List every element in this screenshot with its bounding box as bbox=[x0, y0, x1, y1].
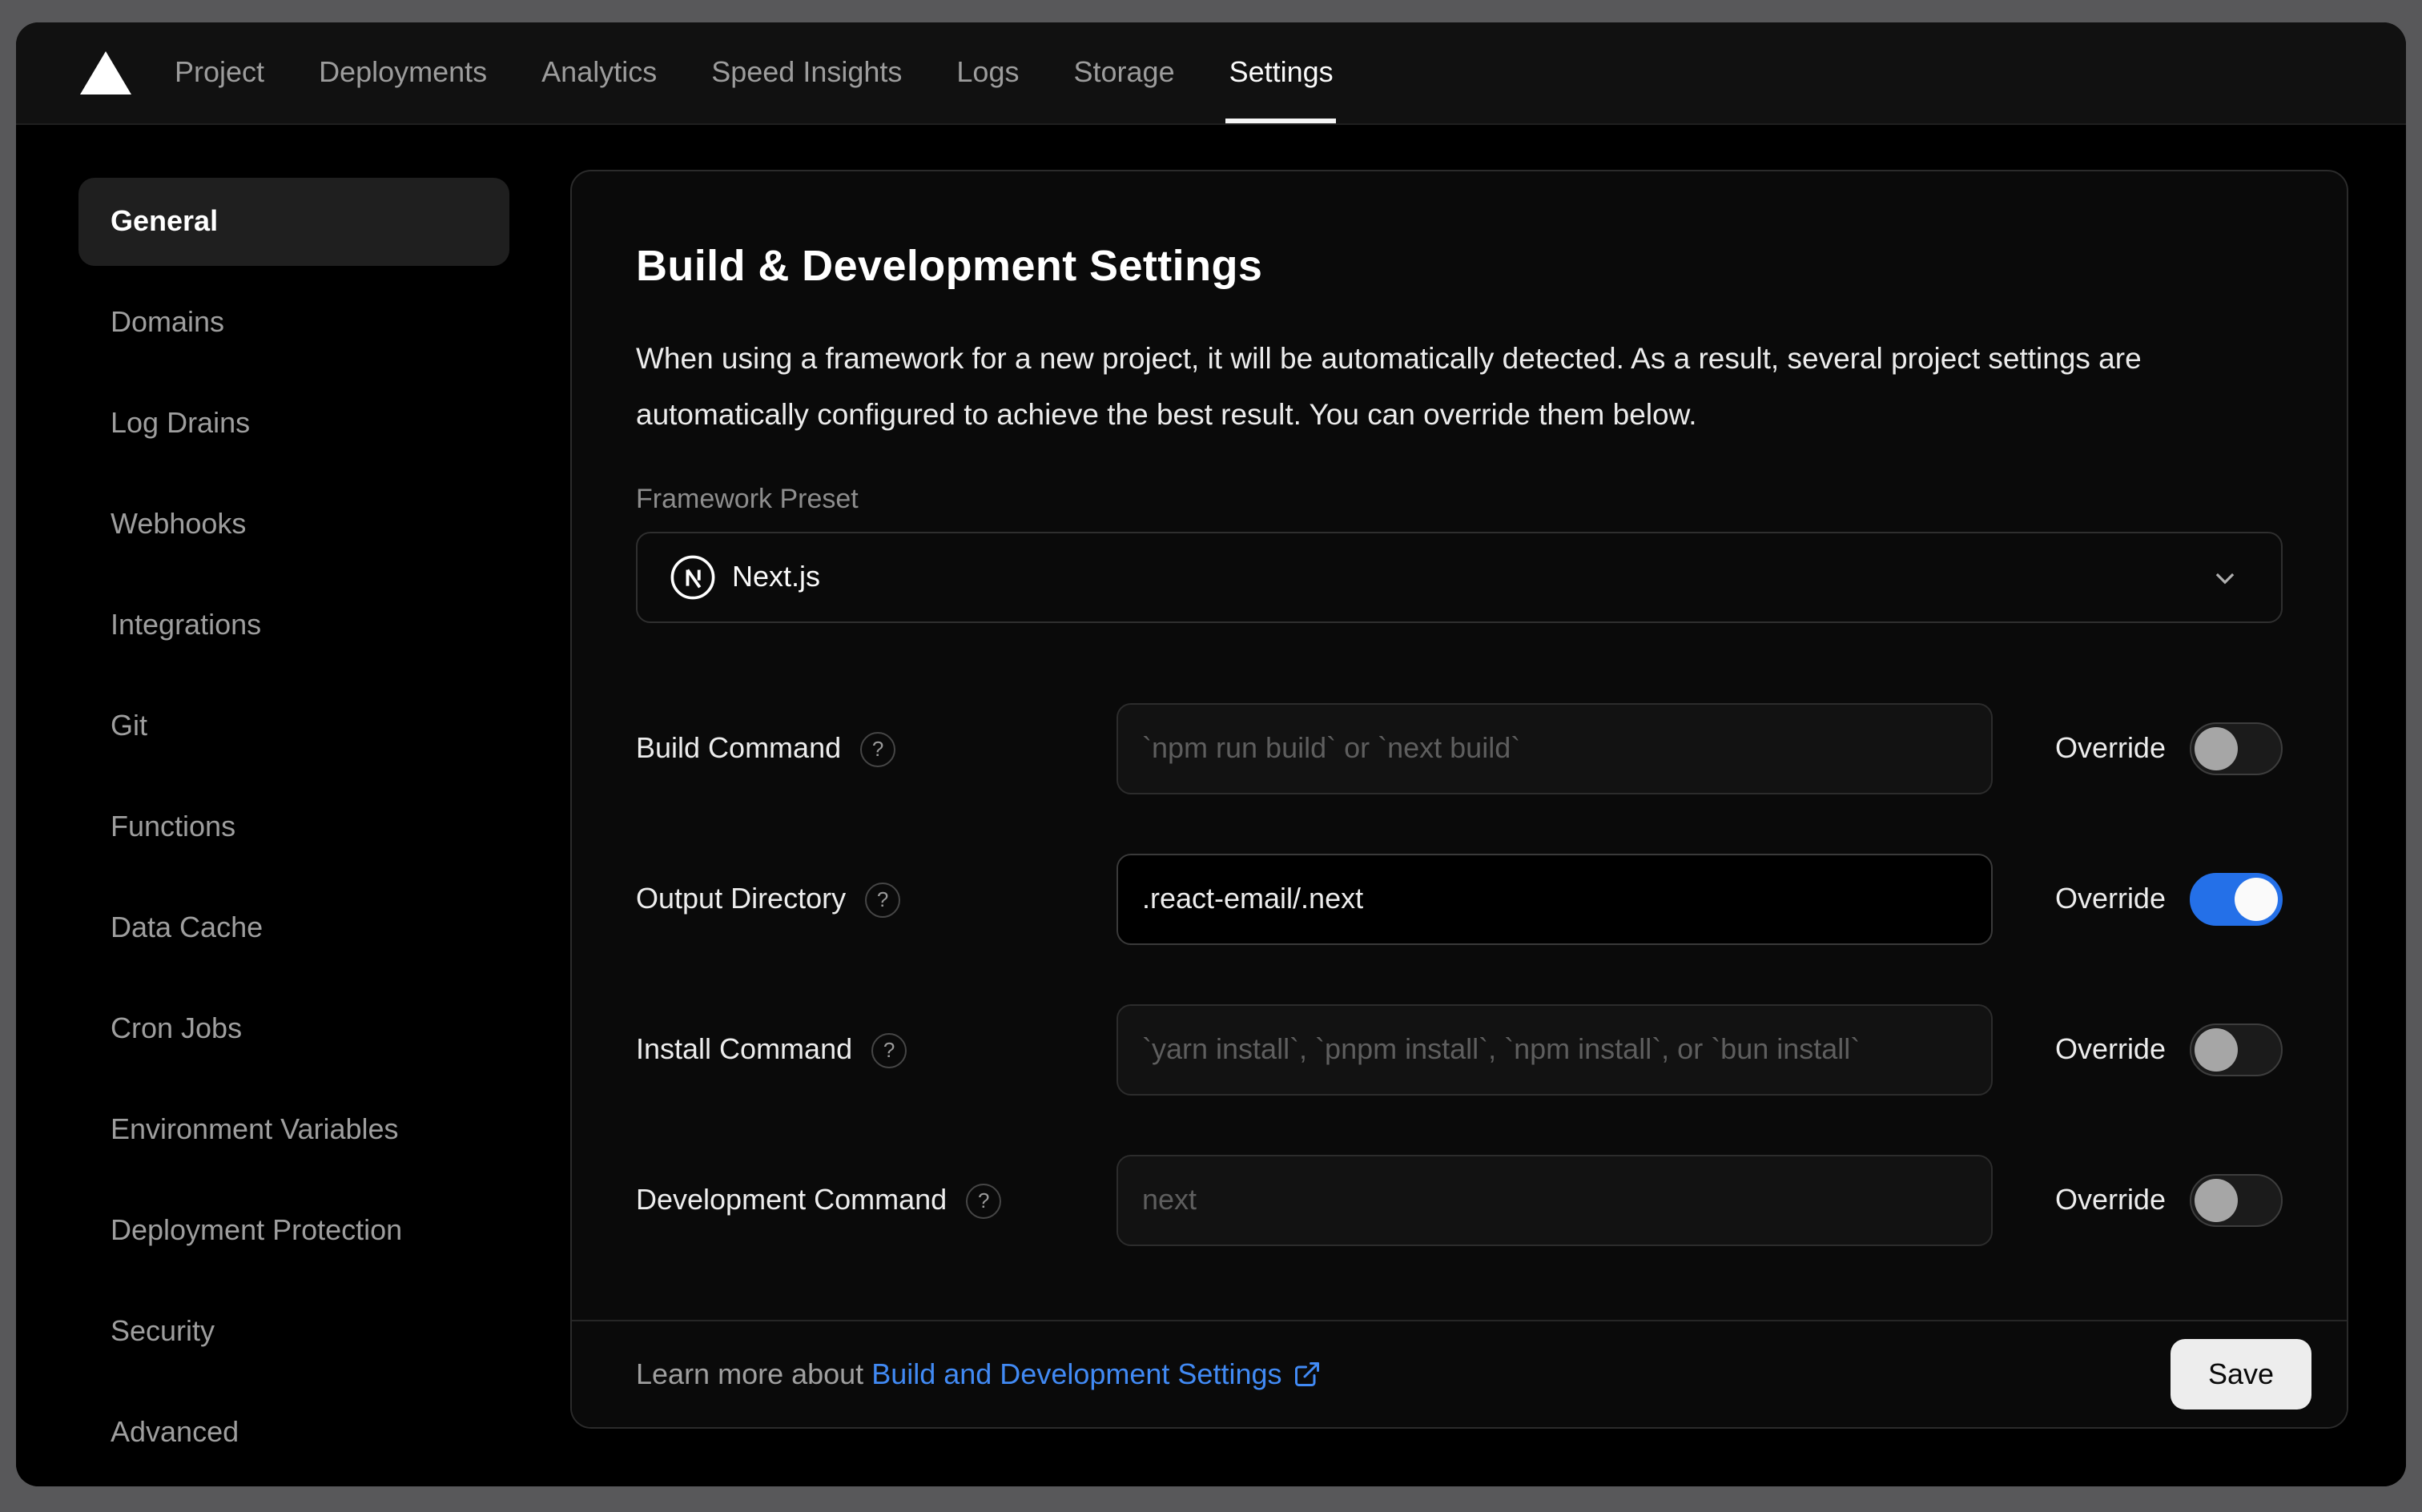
output-directory-row: Output Directory ? Override bbox=[636, 854, 2283, 945]
sidebar-item-environment-variables[interactable]: Environment Variables bbox=[78, 1086, 509, 1174]
development-command-override-group: Override bbox=[2055, 1174, 2283, 1227]
toggle-knob bbox=[2195, 1028, 2238, 1072]
development-command-help-icon[interactable]: ? bbox=[966, 1183, 1002, 1218]
nav-tab-storage[interactable]: Storage bbox=[1074, 22, 1175, 123]
framework-preset-value: Next.js bbox=[732, 561, 821, 593]
install-command-row: Install Command ? Override bbox=[636, 1004, 2283, 1096]
build-command-row: Build Command ? Override bbox=[636, 703, 2283, 794]
nav-tab-logs[interactable]: Logs bbox=[956, 22, 1019, 123]
output-directory-override-toggle[interactable] bbox=[2190, 873, 2283, 926]
output-directory-help-icon[interactable]: ? bbox=[865, 882, 901, 917]
nav-tab-deployments[interactable]: Deployments bbox=[319, 22, 487, 123]
sidebar-item-deployment-protection[interactable]: Deployment Protection bbox=[78, 1187, 509, 1275]
command-rows: Build Command ? Override bbox=[636, 703, 2283, 1246]
page-title: Build & Development Settings bbox=[636, 242, 1263, 290]
sidebar-item-log-drains[interactable]: Log Drains bbox=[78, 380, 509, 468]
development-command-row: Development Command ? Override bbox=[636, 1155, 2283, 1246]
nav-tab-analytics[interactable]: Analytics bbox=[541, 22, 657, 123]
browser-window: Project Deployments Analytics Speed Insi… bbox=[16, 22, 2406, 1486]
build-command-override-toggle[interactable] bbox=[2190, 722, 2283, 775]
learn-more-text: Learn more about Build and Development S… bbox=[636, 1357, 1322, 1391]
install-command-help-icon[interactable]: ? bbox=[871, 1032, 907, 1068]
sidebar-item-integrations[interactable]: Integrations bbox=[78, 581, 509, 670]
toggle-knob bbox=[2195, 727, 2238, 770]
top-navigation: Project Deployments Analytics Speed Insi… bbox=[16, 22, 2406, 125]
output-directory-label: Output Directory bbox=[636, 883, 847, 915]
build-settings-docs-link[interactable]: Build and Development Settings bbox=[871, 1357, 1322, 1391]
override-label: Override bbox=[2054, 732, 2166, 764]
development-command-label-group: Development Command ? bbox=[636, 1183, 1116, 1218]
install-command-override-group: Override bbox=[2055, 1023, 2283, 1076]
external-link-icon bbox=[1295, 1362, 1320, 1386]
vercel-logo-icon[interactable] bbox=[80, 51, 131, 94]
docs-link-text: Build and Development Settings bbox=[871, 1357, 1282, 1389]
development-command-override-toggle[interactable] bbox=[2190, 1174, 2283, 1227]
sidebar-item-general[interactable]: General bbox=[78, 178, 509, 266]
nav-tabs: Project Deployments Analytics Speed Insi… bbox=[175, 22, 1337, 123]
install-command-label: Install Command bbox=[636, 1033, 853, 1065]
toggle-knob bbox=[2235, 878, 2278, 921]
nav-tab-settings[interactable]: Settings bbox=[1225, 22, 1337, 123]
learn-more-prefix: Learn more about bbox=[636, 1357, 872, 1389]
sidebar-item-security[interactable]: Security bbox=[78, 1288, 509, 1376]
override-label: Override bbox=[2054, 1184, 2166, 1216]
development-command-label: Development Command bbox=[636, 1184, 947, 1216]
framework-preset-label: Framework Preset bbox=[636, 484, 859, 514]
sidebar-item-data-cache[interactable]: Data Cache bbox=[78, 884, 509, 972]
sidebar-item-advanced[interactable]: Advanced bbox=[78, 1389, 509, 1477]
development-command-input[interactable] bbox=[1116, 1155, 1993, 1246]
install-command-input[interactable] bbox=[1116, 1004, 1993, 1096]
override-label: Override bbox=[2054, 883, 2166, 915]
framework-preset-select[interactable]: Next.js bbox=[636, 532, 2283, 623]
card-body: Build & Development Settings When using … bbox=[572, 171, 2347, 1246]
nav-tab-speed-insights[interactable]: Speed Insights bbox=[711, 22, 902, 123]
build-command-label: Build Command bbox=[636, 732, 842, 764]
sidebar-item-functions[interactable]: Functions bbox=[78, 783, 509, 871]
build-dev-settings-card: Build & Development Settings When using … bbox=[570, 170, 2348, 1429]
card-footer: Learn more about Build and Development S… bbox=[572, 1320, 2347, 1427]
nextjs-icon bbox=[670, 554, 716, 601]
build-command-label-group: Build Command ? bbox=[636, 731, 1116, 766]
settings-page: General Domains Log Drains Webhooks Inte… bbox=[16, 125, 2406, 1486]
toggle-knob bbox=[2195, 1179, 2238, 1222]
override-label: Override bbox=[2054, 1033, 2166, 1065]
sidebar-item-webhooks[interactable]: Webhooks bbox=[78, 481, 509, 569]
sidebar-item-git[interactable]: Git bbox=[78, 682, 509, 770]
nav-tab-project[interactable]: Project bbox=[175, 22, 264, 123]
save-button[interactable]: Save bbox=[2171, 1339, 2311, 1409]
settings-main: Build & Development Settings When using … bbox=[570, 125, 2406, 1486]
settings-sidebar: General Domains Log Drains Webhooks Inte… bbox=[16, 125, 570, 1486]
sidebar-item-domains[interactable]: Domains bbox=[78, 279, 509, 367]
card-description: When using a framework for a new project… bbox=[636, 341, 2142, 431]
output-directory-label-group: Output Directory ? bbox=[636, 882, 1116, 917]
build-command-help-icon[interactable]: ? bbox=[860, 731, 896, 766]
build-command-input[interactable] bbox=[1116, 703, 1993, 794]
sidebar-item-cron-jobs[interactable]: Cron Jobs bbox=[78, 985, 509, 1073]
build-command-override-group: Override bbox=[2055, 722, 2283, 775]
output-directory-override-group: Override bbox=[2055, 873, 2283, 926]
chevron-down-icon bbox=[2211, 563, 2239, 592]
desktop-background: Project Deployments Analytics Speed Insi… bbox=[0, 0, 2422, 1512]
install-command-override-toggle[interactable] bbox=[2190, 1023, 2283, 1076]
output-directory-input[interactable] bbox=[1116, 854, 1993, 945]
triangle-shape bbox=[80, 51, 131, 94]
install-command-label-group: Install Command ? bbox=[636, 1032, 1116, 1068]
